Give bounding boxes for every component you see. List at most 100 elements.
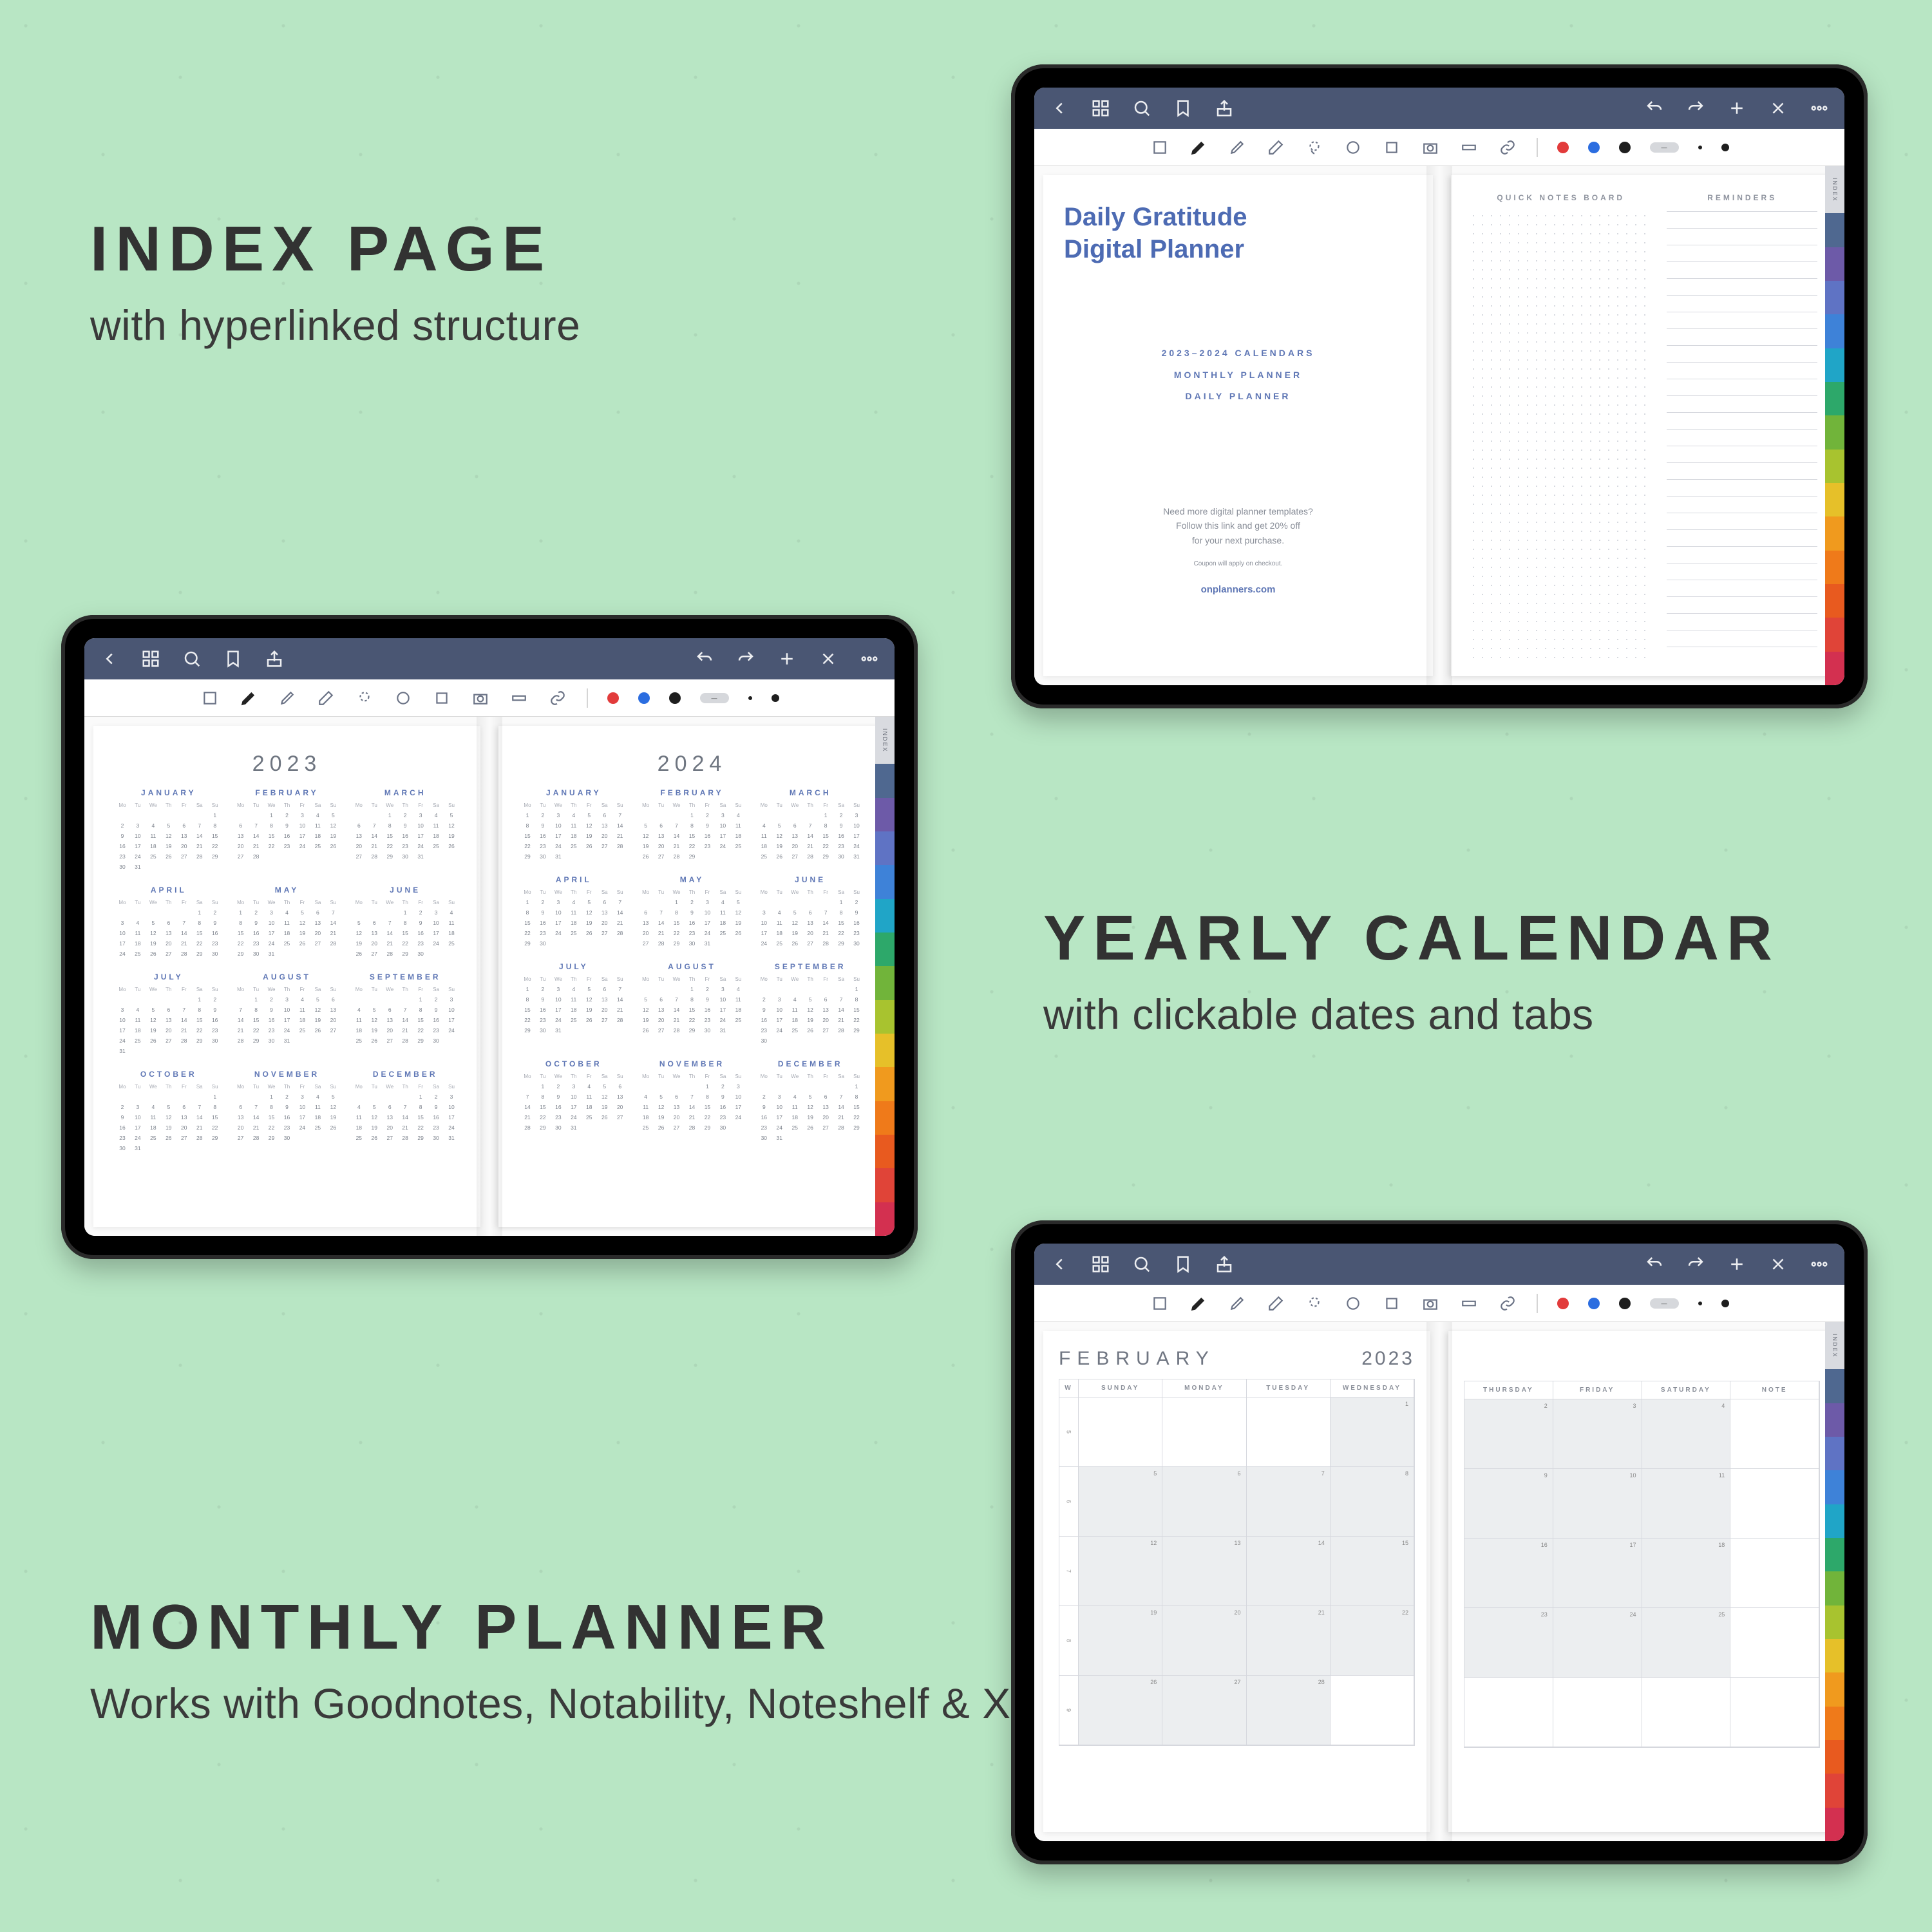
add-icon[interactable] (1727, 99, 1747, 118)
day-cell[interactable]: 2 (834, 811, 848, 820)
day-cell[interactable]: 10 (131, 831, 145, 840)
day-cell[interactable]: 19 (146, 1026, 160, 1035)
day-cell[interactable]: 12 (788, 918, 802, 927)
day-cell[interactable]: 28 (670, 1026, 684, 1035)
month-day-cell[interactable]: 28 (1247, 1676, 1331, 1745)
day-cell[interactable]: 10 (731, 1092, 745, 1101)
day-cell[interactable]: 3 (295, 811, 309, 820)
day-cell[interactable]: 9 (700, 821, 714, 830)
day-cell[interactable]: 13 (819, 1005, 833, 1014)
day-cell[interactable]: 3 (849, 811, 864, 820)
day-cell[interactable]: 9 (429, 1103, 443, 1112)
day-cell[interactable]: 28 (249, 852, 263, 861)
day-cell[interactable]: 30 (280, 1133, 294, 1142)
day-cell[interactable]: 16 (551, 1103, 565, 1112)
highlighter-icon[interactable] (1227, 138, 1247, 157)
day-cell[interactable]: 27 (352, 852, 366, 861)
day-cell[interactable]: 31 (131, 862, 145, 871)
day-cell[interactable]: 30 (715, 1123, 730, 1132)
day-cell[interactable]: 16 (685, 918, 699, 927)
day-cell[interactable]: 28 (834, 1026, 848, 1035)
day-cell[interactable]: 12 (295, 918, 309, 927)
day-cell[interactable]: 4 (310, 1092, 325, 1101)
day-cell[interactable]: 5 (295, 908, 309, 917)
stroke-thin[interactable] (748, 696, 752, 700)
day-cell[interactable]: 7 (326, 908, 340, 917)
day-cell[interactable]: 22 (265, 1123, 279, 1132)
day-cell[interactable]: 18 (131, 1026, 145, 1035)
day-cell[interactable]: 16 (757, 1016, 771, 1025)
day-cell[interactable]: 24 (444, 1026, 459, 1035)
day-cell[interactable]: 14 (670, 1005, 684, 1014)
day-cell[interactable]: 8 (685, 821, 699, 830)
day-cell[interactable]: 16 (398, 831, 412, 840)
day-cell[interactable]: 5 (731, 898, 745, 907)
day-cell[interactable]: 15 (520, 918, 535, 927)
day-cell[interactable]: 20 (367, 939, 381, 948)
link-tool-icon[interactable] (1498, 1294, 1517, 1313)
day-cell[interactable]: 3 (115, 1005, 129, 1014)
day-cell[interactable]: 2 (685, 898, 699, 907)
day-cell[interactable]: 17 (551, 831, 565, 840)
day-cell[interactable]: 31 (567, 1123, 581, 1132)
day-cell[interactable]: 10 (131, 1113, 145, 1122)
day-cell[interactable]: 1 (413, 995, 428, 1004)
side-tab-apr[interactable] (1825, 1538, 1844, 1571)
day-cell[interactable]: 20 (670, 1113, 684, 1122)
day-cell[interactable]: 3 (429, 908, 443, 917)
day-cell[interactable]: 16 (115, 1123, 129, 1132)
day-cell[interactable]: 29 (685, 1026, 699, 1035)
day-cell[interactable]: 23 (536, 842, 550, 851)
day-cell[interactable]: 9 (280, 1103, 294, 1112)
day-cell[interactable]: 17 (772, 1113, 786, 1122)
month-day-cell[interactable] (1730, 1678, 1819, 1747)
day-cell[interactable]: 24 (700, 929, 714, 938)
day-cell[interactable]: 17 (115, 939, 129, 948)
day-cell[interactable]: 27 (639, 939, 653, 948)
camera-icon[interactable] (1421, 1294, 1440, 1313)
day-cell[interactable]: 7 (234, 1005, 248, 1014)
side-tab-2024[interactable] (1825, 1403, 1844, 1437)
day-cell[interactable]: 7 (654, 908, 668, 917)
day-cell[interactable]: 5 (582, 985, 596, 994)
day-cell[interactable]: 20 (310, 929, 325, 938)
day-cell[interactable]: 13 (352, 831, 366, 840)
day-cell[interactable]: 28 (520, 1123, 535, 1132)
day-cell[interactable]: 19 (803, 1113, 817, 1122)
share-icon[interactable] (1215, 1255, 1234, 1274)
day-cell[interactable]: 19 (654, 1113, 668, 1122)
day-cell[interactable]: 16 (115, 842, 129, 851)
color-blue[interactable] (1588, 142, 1600, 153)
day-cell[interactable]: 1 (700, 1082, 714, 1091)
day-cell[interactable]: 8 (520, 995, 535, 1004)
day-cell[interactable]: 19 (146, 939, 160, 948)
side-tab-dec[interactable] (1825, 1808, 1844, 1841)
day-cell[interactable]: 9 (551, 1092, 565, 1101)
day-cell[interactable]: 26 (146, 1036, 160, 1045)
day-cell[interactable]: 5 (654, 1092, 668, 1101)
day-cell[interactable]: 13 (598, 995, 612, 1004)
day-cell[interactable]: 18 (788, 1016, 802, 1025)
day-cell[interactable]: 30 (249, 949, 263, 958)
pen-tool-icon[interactable] (1189, 138, 1208, 157)
day-cell[interactable]: 25 (280, 939, 294, 948)
day-cell[interactable]: 2 (280, 811, 294, 820)
day-cell[interactable]: 7 (670, 821, 684, 830)
reminders-area[interactable] (1667, 211, 1817, 658)
day-cell[interactable]: 2 (849, 898, 864, 907)
day-cell[interactable]: 6 (352, 821, 366, 830)
day-cell[interactable]: 12 (326, 821, 340, 830)
day-cell[interactable]: 11 (731, 995, 745, 1004)
day-cell[interactable]: 6 (310, 908, 325, 917)
day-cell[interactable]: 10 (567, 1092, 581, 1101)
lasso-icon[interactable] (355, 688, 374, 708)
side-tab-jan[interactable] (1825, 1437, 1844, 1470)
side-tab-sep[interactable] (875, 1101, 895, 1135)
day-cell[interactable]: 2 (398, 811, 412, 820)
day-cell[interactable]: 6 (598, 985, 612, 994)
shapes-icon[interactable] (1343, 138, 1363, 157)
search-icon[interactable] (1132, 1255, 1151, 1274)
day-cell[interactable]: 6 (670, 1092, 684, 1101)
day-cell[interactable]: 15 (413, 1016, 428, 1025)
day-cell[interactable]: 28 (193, 1133, 207, 1142)
